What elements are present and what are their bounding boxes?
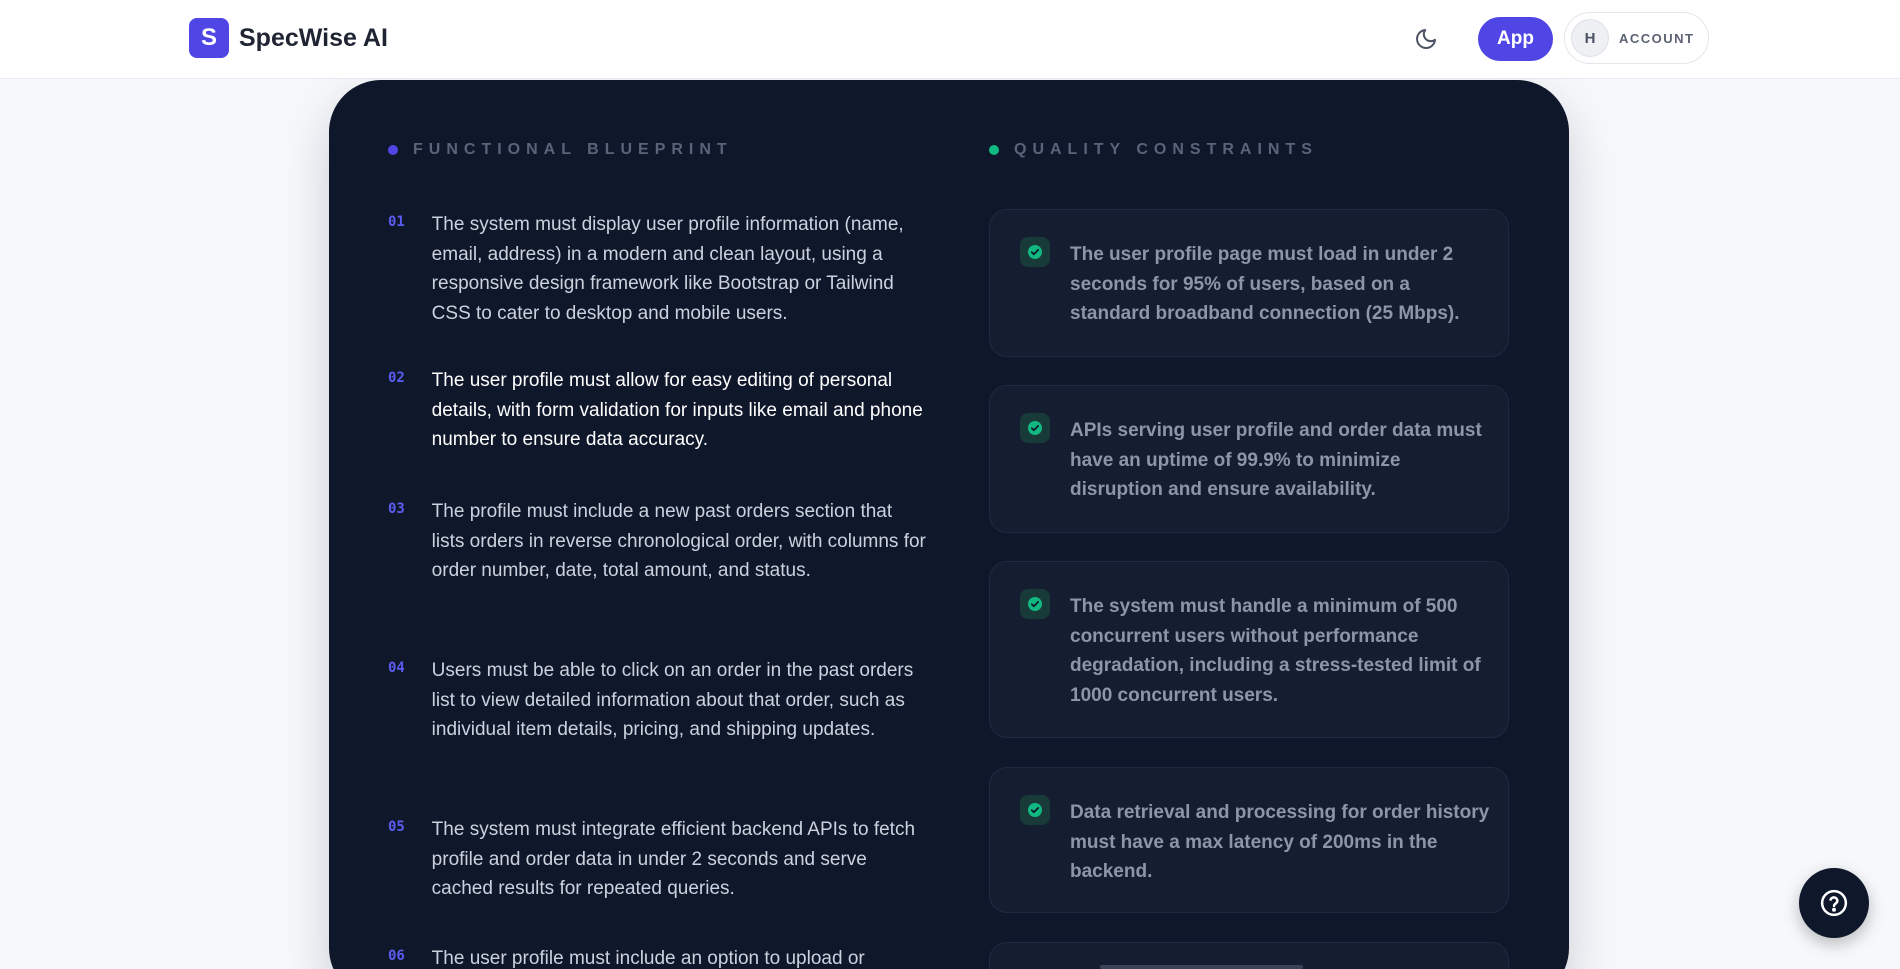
quality-constraints-heading: QUALITY CONSTRAINTS (989, 141, 1318, 159)
moon-icon (1416, 29, 1436, 49)
requirement-number: 04 (388, 660, 405, 676)
check-circle-icon (1020, 795, 1050, 825)
brand-name: SpecWise AI (239, 23, 388, 52)
requirement-item: 02 The user profile must allow for easy … (388, 366, 928, 455)
quality-placeholder-bar (1100, 965, 1303, 969)
functional-title: FUNCTIONAL BLUEPRINT (413, 141, 733, 158)
requirement-item: 05 The system must integrate efficient b… (388, 815, 928, 904)
requirement-number: 03 (388, 501, 405, 517)
quality-dot (989, 145, 999, 155)
requirement-text: The user profile must allow for easy edi… (431, 370, 923, 451)
check-circle-icon (1020, 413, 1050, 443)
requirement-number: 02 (388, 370, 405, 386)
requirement-item: 06 The user profile must include an opti… (388, 944, 928, 969)
quality-item: APIs serving user profile and order data… (989, 385, 1509, 533)
check-circle-icon (1020, 237, 1050, 267)
requirement-number: 01 (388, 214, 405, 230)
help-button[interactable] (1799, 868, 1869, 938)
quality-title: QUALITY CONSTRAINTS (1014, 141, 1318, 158)
brand[interactable]: S SpecWise AI (189, 18, 388, 58)
functional-blueprint-heading: FUNCTIONAL BLUEPRINT (388, 141, 733, 159)
quality-item: Data retrieval and processing for order … (989, 767, 1509, 913)
quality-text: Data retrieval and processing for order … (1070, 802, 1490, 883)
requirement-item: 01 The system must display user profile … (388, 210, 928, 328)
requirement-text: The system must integrate efficient back… (431, 819, 916, 900)
avatar: H (1571, 19, 1609, 57)
requirement-text: The profile must include a new past orde… (431, 501, 926, 582)
quality-item: The system must handle a minimum of 500 … (989, 561, 1509, 738)
requirement-number: 06 (388, 948, 405, 964)
requirement-text: Users must be able to click on an order … (431, 660, 914, 741)
requirement-text: The system must display user profile inf… (431, 214, 904, 324)
requirement-text: The user profile must include an option … (431, 948, 865, 969)
account-button[interactable]: H ACCOUNT (1564, 12, 1709, 64)
requirement-number: 05 (388, 819, 405, 835)
help-icon (1820, 889, 1848, 917)
brand-logo: S (189, 18, 229, 58)
requirement-item: 04 Users must be able to click on an ord… (388, 656, 928, 745)
quality-item: The user profile page must load in under… (989, 209, 1509, 357)
theme-toggle-button[interactable] (1410, 23, 1442, 55)
requirement-item: 03 The profile must include a new past o… (388, 497, 928, 586)
account-label: ACCOUNT (1619, 30, 1695, 46)
app-button[interactable]: App (1478, 17, 1553, 61)
quality-text: The system must handle a minimum of 500 … (1070, 596, 1481, 706)
top-navbar: S SpecWise AI App H ACCOUNT (0, 0, 1900, 79)
quality-text: The user profile page must load in under… (1070, 244, 1460, 325)
check-circle-icon (1020, 589, 1050, 619)
functional-dot (388, 145, 398, 155)
quality-text: APIs serving user profile and order data… (1070, 420, 1482, 501)
